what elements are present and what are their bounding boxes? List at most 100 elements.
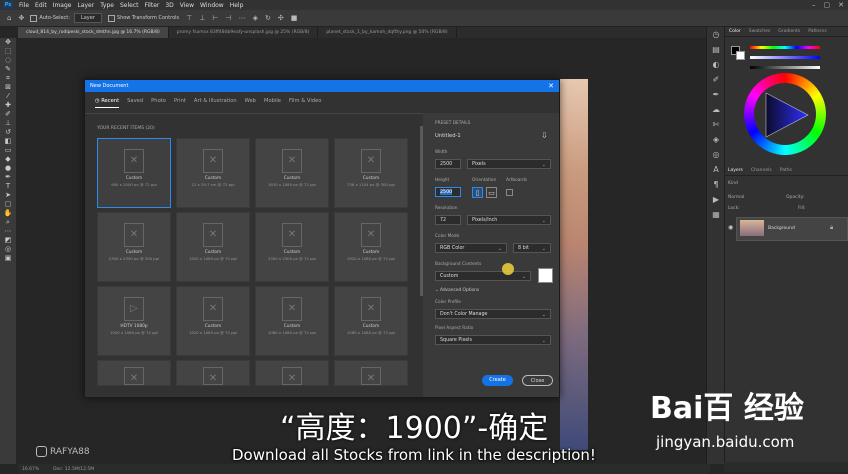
- close-button[interactable]: Close: [522, 375, 553, 386]
- saturation-slider[interactable]: [750, 56, 820, 59]
- blend-mode-select[interactable]: Normal: [728, 195, 744, 200]
- align-center-icon[interactable]: ⊣: [225, 14, 231, 22]
- styles-icon[interactable]: ◈: [707, 132, 725, 147]
- layer-select[interactable]: Layer: [73, 13, 102, 23]
- tab-gradients[interactable]: Gradients: [778, 29, 800, 34]
- more-options-icon[interactable]: ⋯: [239, 14, 246, 22]
- document-name-field[interactable]: Untitled-1: [435, 133, 461, 139]
- recent-item-tile[interactable]: ✕ Custom 1920 x 1080 px @ 72 ppi: [176, 212, 250, 282]
- quick-mask-icon[interactable]: ◎: [0, 245, 16, 254]
- menu-layer[interactable]: Layer: [77, 2, 94, 9]
- more-tools-icon[interactable]: ⋯: [0, 227, 16, 236]
- 3d-mode-icon[interactable]: ◈: [253, 14, 258, 22]
- colors-icon[interactable]: ◩: [0, 236, 16, 245]
- resolution-unit-select[interactable]: Pixels/Inch ⌄: [467, 215, 551, 225]
- save-preset-icon[interactable]: ⇩: [541, 131, 548, 140]
- menu-3d[interactable]: 3D: [165, 2, 173, 9]
- tab-channels[interactable]: Channels: [751, 168, 772, 173]
- pixel-aspect-select[interactable]: Square Pixels ⌄: [435, 335, 551, 345]
- transform-controls-checkbox[interactable]: [107, 14, 115, 22]
- layer-filter-kind[interactable]: Kind: [728, 181, 738, 186]
- tab-photo[interactable]: Photo: [151, 98, 166, 108]
- menu-select[interactable]: Select: [120, 2, 139, 9]
- recent-item-tile[interactable]: ▷ HDTV 1080p 1920 x 1080 px @ 72 ppi: [97, 286, 171, 356]
- tab-art-illustration[interactable]: Art & Illustration: [194, 98, 237, 108]
- visibility-eye-icon[interactable]: ◉: [728, 224, 733, 231]
- recent-item-tile[interactable]: ✕: [176, 360, 250, 386]
- tab-recent[interactable]: ◷ Recent: [95, 98, 120, 108]
- character-icon[interactable]: A: [707, 162, 725, 177]
- menu-file[interactable]: File: [19, 2, 29, 9]
- move-tool-icon[interactable]: ✥: [0, 38, 16, 47]
- resolution-input[interactable]: 72: [435, 215, 461, 225]
- tab-paths[interactable]: Paths: [780, 168, 792, 173]
- width-input[interactable]: 2500: [435, 159, 461, 169]
- history-brush-icon[interactable]: ↺: [0, 128, 16, 137]
- tab-patterns[interactable]: Patterns: [808, 29, 827, 34]
- move-tool-icon[interactable]: ✥: [18, 14, 24, 22]
- crop-tool-icon[interactable]: ⌗: [0, 74, 16, 83]
- screen-mode-icon[interactable]: ▣: [0, 254, 16, 263]
- pen-tool-icon[interactable]: ✒: [0, 173, 16, 182]
- menu-help[interactable]: Help: [230, 2, 244, 9]
- hue-slider[interactable]: [750, 46, 820, 49]
- recent-item-tile[interactable]: ✕ Custom 1920 x 1080 px @ 72 ppi: [255, 138, 329, 208]
- zoom-tool-icon[interactable]: ⌕: [0, 218, 16, 227]
- actions-icon[interactable]: ▶: [707, 192, 725, 207]
- tab-color[interactable]: Color: [729, 29, 741, 34]
- recent-item-tile[interactable]: ✕ Custom 2300 x 2300 px @ 72 ppi: [255, 212, 329, 282]
- close-icon[interactable]: ✕: [548, 80, 554, 92]
- create-button[interactable]: Create: [482, 375, 513, 386]
- history-icon[interactable]: ◷: [707, 27, 725, 42]
- align-middle-icon[interactable]: ⊥: [199, 14, 205, 22]
- brush-tool-icon[interactable]: ✐: [0, 110, 16, 119]
- quick-select-icon[interactable]: ✎: [0, 65, 16, 74]
- recent-item-tile[interactable]: ✕ Custom 900 x 2000 px @ 72 ppi: [97, 138, 171, 208]
- align-left-icon[interactable]: ⊢: [212, 14, 218, 22]
- doc-tab-3[interactable]: planet_stock_1_by_kamoh_dqfthy.png @ 50%…: [318, 27, 457, 38]
- width-unit-select[interactable]: Pixels ⌄: [467, 159, 551, 169]
- menu-type[interactable]: Type: [100, 2, 114, 9]
- gradient-tool-icon[interactable]: ▭: [0, 146, 16, 155]
- close-window-icon[interactable]: ✕: [838, 1, 844, 9]
- properties-icon[interactable]: ▤: [707, 42, 725, 57]
- clone-stamp-icon[interactable]: ⊥: [0, 119, 16, 128]
- recent-item-tile[interactable]: ✕ Custom 2300 x 2300 px @ 300 ppi: [97, 212, 171, 282]
- orbit-icon[interactable]: ↻: [265, 14, 271, 22]
- background-contents-select[interactable]: Custom ⌄: [435, 271, 531, 281]
- tab-web[interactable]: Web: [245, 98, 256, 108]
- paragraph-icon[interactable]: ¶: [707, 177, 725, 192]
- lasso-tool-icon[interactable]: ◌: [0, 56, 16, 65]
- height-input[interactable]: 2500: [435, 187, 461, 197]
- healing-brush-icon[interactable]: ✚: [0, 101, 16, 110]
- recent-item-tile[interactable]: ✕ Custom 1080 x 1080 px @ 72 ppi: [255, 286, 329, 356]
- doc-tab-2[interactable]: promy fsomsx 83ff48db9eafy-unsplash.jpg …: [169, 27, 319, 38]
- advanced-options-toggle[interactable]: ⌄ Advanced Options: [435, 288, 479, 293]
- dodge-tool-icon[interactable]: ●: [0, 164, 16, 173]
- path-select-icon[interactable]: ➤: [0, 191, 16, 200]
- brightness-slider[interactable]: [750, 66, 820, 69]
- glyphs-icon[interactable]: ✄: [707, 117, 725, 132]
- document-image[interactable]: [560, 79, 588, 450]
- recent-item-tile[interactable]: ✕ Custom 1920 x 1080 px @ 72 ppi: [334, 212, 408, 282]
- tab-saved[interactable]: Saved: [127, 98, 143, 108]
- pan-icon[interactable]: ✣: [278, 14, 284, 22]
- color-triangle[interactable]: [760, 89, 812, 141]
- zoom-level[interactable]: 16.67%: [22, 467, 39, 472]
- align-top-icon[interactable]: ⊤: [186, 14, 192, 22]
- tab-film-video[interactable]: Film & Video: [289, 98, 321, 108]
- background-color[interactable]: [736, 51, 745, 60]
- menu-window[interactable]: Window: [200, 2, 224, 9]
- tab-swatches[interactable]: Swatches: [749, 29, 771, 34]
- brush-settings-icon[interactable]: ✐: [707, 72, 725, 87]
- menu-view[interactable]: View: [180, 2, 194, 9]
- video-icon[interactable]: ■: [291, 14, 298, 22]
- marquee-tool-icon[interactable]: ⬚: [0, 47, 16, 56]
- recent-item-tile[interactable]: ✕ Custom 1080 x 1080 px @ 72 ppi: [334, 286, 408, 356]
- minimize-icon[interactable]: –: [812, 1, 816, 9]
- shape-tool-icon[interactable]: ▢: [0, 200, 16, 209]
- eraser-icon[interactable]: ◧: [0, 137, 16, 146]
- landscape-orientation-button[interactable]: ▭: [486, 187, 497, 198]
- auto-select-checkbox[interactable]: [30, 14, 38, 22]
- recent-item-tile[interactable]: ✕: [255, 360, 329, 386]
